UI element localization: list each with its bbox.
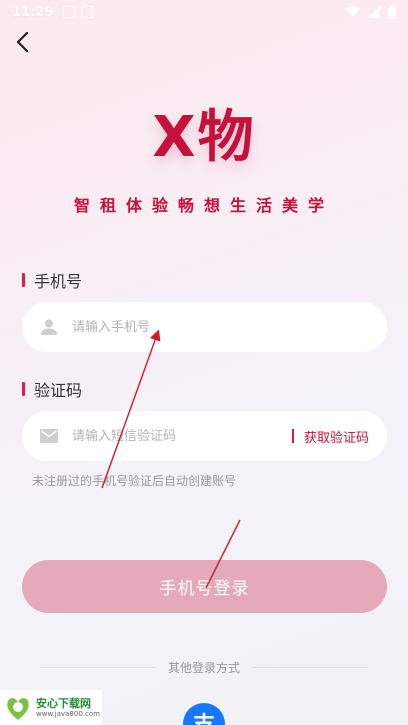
- user-icon: [40, 318, 58, 336]
- code-divider: [292, 429, 294, 443]
- code-label-text: 验证码: [34, 381, 83, 400]
- watermark-url: www.java800.com: [36, 709, 100, 718]
- other-login-text: 其他登录方式: [168, 660, 241, 675]
- status-right: [346, 5, 396, 19]
- phone-login-button[interactable]: 手机号登录: [22, 560, 387, 613]
- back-arrow-icon: [16, 31, 29, 53]
- watermark-title: 安心下载网: [36, 696, 91, 710]
- register-hint: 未注册过的手机号验证后自动创建账号: [32, 474, 237, 488]
- label-accent-bar: [22, 273, 25, 287]
- other-login-divider: 其他登录方式: [40, 660, 369, 675]
- label-accent-bar: [22, 382, 25, 396]
- alipay-icon: 支: [193, 707, 215, 725]
- divider-line-left: [40, 666, 156, 668]
- watermark: 安心下载网 www.java800.com: [0, 690, 102, 725]
- watermark-text: 安心下载网 www.java800.com: [36, 697, 100, 719]
- mail-icon: [40, 427, 58, 445]
- status-bar: 11:29: [0, 0, 408, 24]
- battery-icon: [388, 5, 396, 19]
- status-time: 11:29: [12, 4, 54, 20]
- phone-input-box[interactable]: [22, 302, 387, 352]
- watermark-logo-icon: [7, 697, 29, 720]
- code-label: 验证码: [22, 377, 82, 401]
- phone-label: 手机号: [22, 268, 82, 292]
- notification-icon: [63, 6, 76, 18]
- signal-icon: [368, 6, 380, 18]
- notification-icons: [63, 6, 94, 18]
- gallery-icon: [81, 6, 94, 18]
- phone-label-text: 手机号: [34, 272, 83, 291]
- annotation-arrow-1: [101, 329, 161, 489]
- code-input[interactable]: [72, 428, 293, 444]
- get-code-button[interactable]: 获取验证码: [292, 427, 369, 446]
- wifi-icon: [346, 6, 360, 17]
- get-code-label: 获取验证码: [303, 430, 369, 446]
- code-input-box[interactable]: 获取验证码: [22, 411, 387, 461]
- alipay-login-button[interactable]: 支: [183, 703, 225, 725]
- app-logo: X物: [152, 105, 256, 170]
- back-button[interactable]: [10, 28, 34, 56]
- slogan: 智租体验畅想生活美学: [73, 196, 334, 215]
- phone-input[interactable]: [72, 319, 369, 335]
- divider-line-right: [252, 666, 369, 668]
